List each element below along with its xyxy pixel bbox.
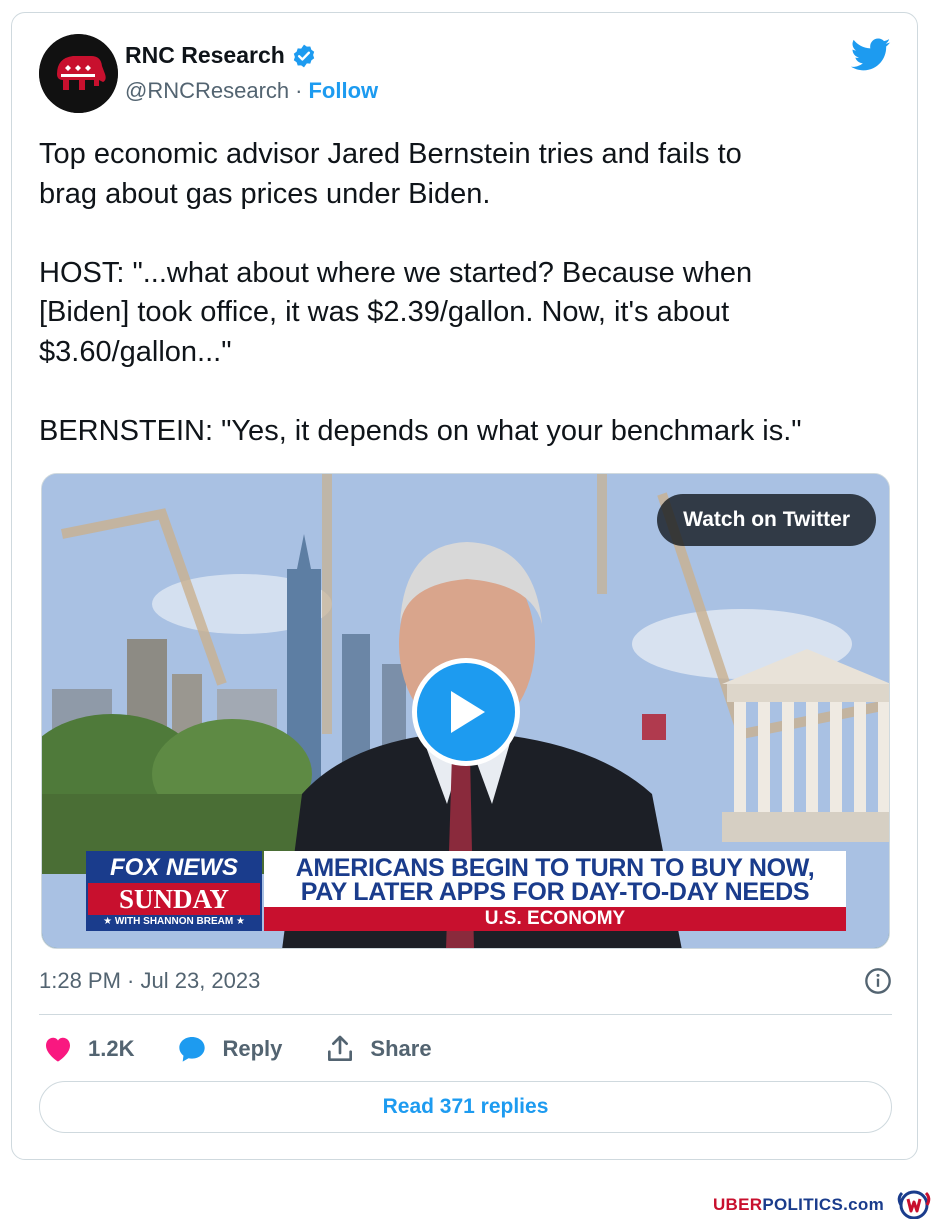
- video-player[interactable]: Watch on Twitter FOX NEWS SUNDAY ★ WITH …: [41, 473, 890, 949]
- handle-separator: ·: [295, 78, 303, 103]
- reply-bubble-icon: [179, 1037, 206, 1062]
- watch-on-twitter-button[interactable]: Watch on Twitter: [657, 494, 876, 546]
- like-count: 1.2K: [88, 1036, 135, 1061]
- play-button[interactable]: [412, 658, 520, 766]
- avatar[interactable]: [39, 34, 118, 113]
- tweet-actions: 1.2K Reply Share: [42, 1033, 474, 1065]
- watermark-uber: UBER: [712, 1195, 763, 1214]
- author-block: RNC Research @RNCResearch · Follow: [125, 42, 378, 104]
- reply-button[interactable]: Reply: [176, 1033, 282, 1065]
- play-icon: [451, 691, 485, 733]
- author-name[interactable]: RNC Research: [125, 42, 285, 69]
- author-handle[interactable]: @RNCResearch: [125, 78, 289, 104]
- share-label: Share: [370, 1036, 432, 1061]
- share-button[interactable]: Share: [324, 1033, 432, 1065]
- host-label: ★ WITH SHANNON BREAM ★: [88, 915, 260, 929]
- chyron-section: U.S. ECONOMY: [264, 907, 846, 931]
- watermark-text: UBERPOLITICS.com: [713, 1195, 884, 1215]
- tweet-card: RNC Research @RNCResearch · Follow Top e…: [11, 12, 918, 1160]
- share-icon: [328, 1035, 353, 1061]
- reply-label: Reply: [222, 1036, 283, 1061]
- twitter-bird-icon[interactable]: [851, 38, 891, 72]
- verified-badge-icon: [293, 44, 314, 67]
- show-label: SUNDAY: [88, 883, 260, 915]
- tweet-timestamp[interactable]: 1:28 PM · Jul 23, 2023: [39, 968, 260, 994]
- watermark-politics: POLITICS.com: [762, 1195, 884, 1214]
- like-button[interactable]: 1.2K: [42, 1033, 134, 1065]
- follow-button[interactable]: Follow: [308, 78, 378, 104]
- tweet-meta: 1:28 PM · Jul 23, 2023: [39, 967, 892, 995]
- news-chyron: AMERICANS BEGIN TO TURN TO BUY NOW, PAY …: [264, 851, 846, 931]
- divider: [39, 1014, 892, 1015]
- chyron-headline-line-1: AMERICANS BEGIN TO TURN TO BUY NOW,: [295, 854, 815, 882]
- chyron-headline: AMERICANS BEGIN TO TURN TO BUY NOW, PAY …: [264, 851, 846, 907]
- site-watermark: UBERPOLITICS.com: [713, 1190, 934, 1219]
- fox-news-sunday-logo: FOX NEWS SUNDAY ★ WITH SHANNON BREAM ★: [86, 851, 262, 931]
- republican-elephant-icon: [39, 34, 118, 113]
- network-label: FOX NEWS: [88, 853, 260, 883]
- uberpolitics-logo-icon: [897, 1190, 931, 1219]
- heart-icon: [46, 1037, 70, 1062]
- tweet-text: Top economic advisor Jared Bernstein tri…: [39, 138, 802, 447]
- info-icon[interactable]: [864, 967, 892, 995]
- read-replies-button[interactable]: Read 371 replies: [39, 1081, 892, 1133]
- chyron-headline-line-2: PAY LATER APPS FOR DAY-TO-DAY NEEDS: [300, 878, 810, 906]
